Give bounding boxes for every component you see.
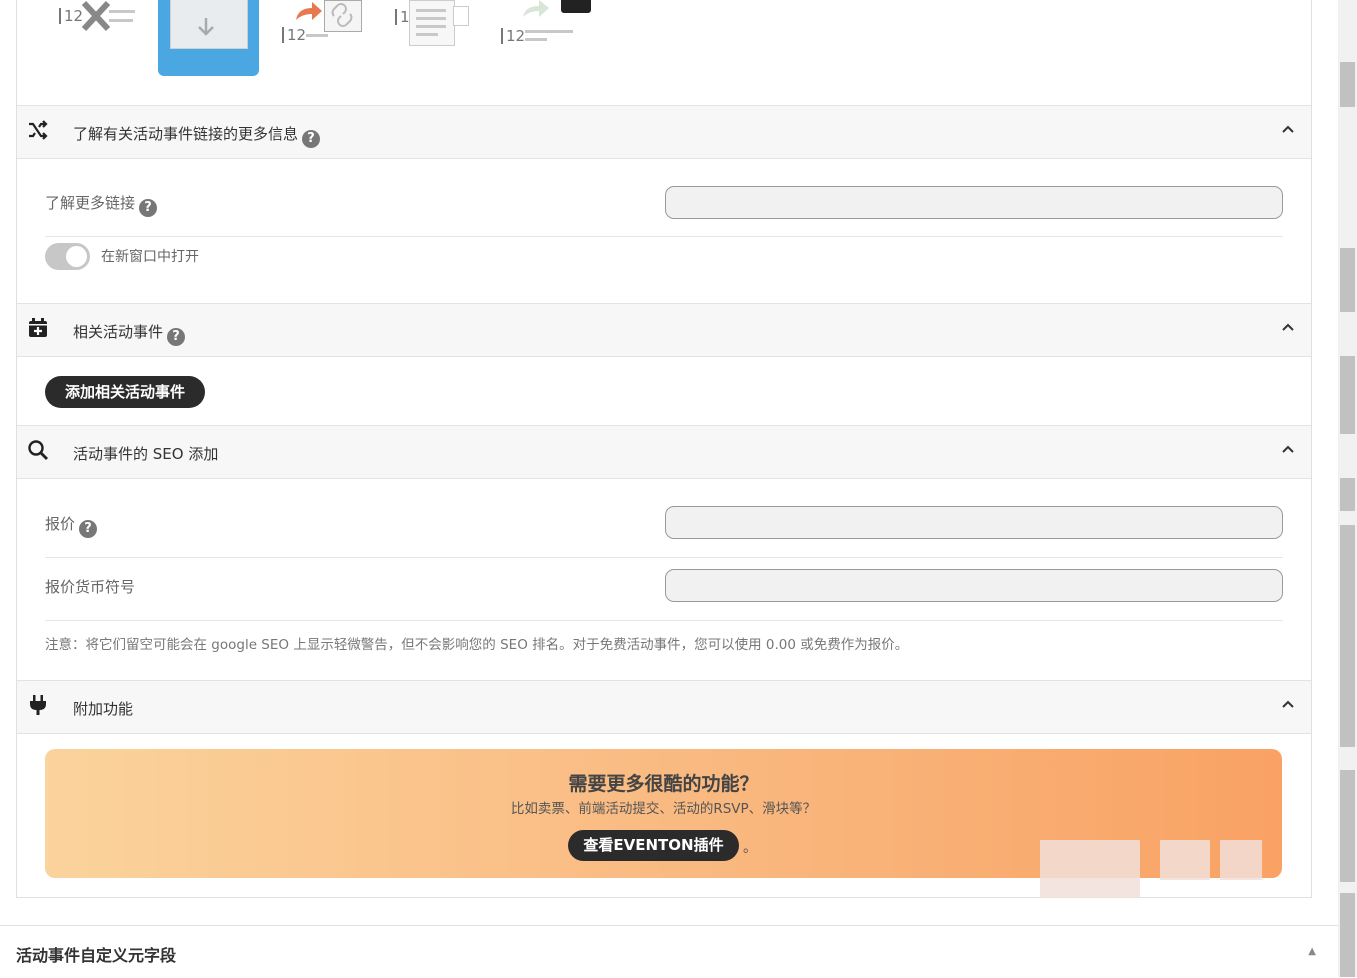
chevron-up-icon[interactable] [1281,122,1295,136]
scrollbar[interactable] [1338,0,1357,977]
help-icon[interactable]: ? [139,199,158,217]
layout-line [525,38,547,41]
layout-option-link[interactable]: 12 [280,0,370,48]
blurred-area [1040,840,1140,898]
section-title: 相关活动事件? [73,321,186,346]
help-icon[interactable]: ? [79,520,98,538]
help-icon[interactable]: ? [167,328,186,346]
document-line [416,17,446,20]
document-line [416,25,446,28]
section-title: 了解有关活动事件链接的更多信息? [73,123,321,148]
layout-option-compact[interactable]: 12 [57,0,137,36]
layout-number-label: 12 [59,8,83,24]
ticket-icon [561,0,591,13]
document-side [453,6,469,26]
label-text: 了解更多链接 [45,194,136,212]
custom-meta-fields-box[interactable]: 活动事件自定义元字段 ▲ [0,925,1338,978]
layout-number-label: 12 [501,28,525,44]
currency-input[interactable] [665,569,1283,602]
scrollbar-segment [1340,478,1355,511]
link-icon [331,3,353,27]
box-title: 活动事件自定义元字段 [16,946,177,965]
divider [45,620,1283,621]
promo-subtitle: 比如卖票、前端活动提交、活动的RSVP、滑块等？ [510,801,817,817]
open-new-window-toggle[interactable] [45,243,90,270]
document-line [416,33,438,36]
layout-line [306,34,328,37]
section-title: 活动事件的 SEO 添加 [73,445,219,463]
event-options-panel: 12 12 12 [16,0,1312,898]
layout-line [109,10,135,13]
currency-label: 报价货币符号 [45,578,136,596]
calendar-plus-icon [29,318,47,337]
section-header-seo[interactable]: 活动事件的 SEO 添加 [17,425,1311,479]
price-label: 报价? [45,513,98,538]
scrollbar-segment [1340,893,1355,977]
layout-number-label: 12 [282,27,306,43]
divider [45,236,1283,237]
document-icon [409,0,455,46]
open-new-window-label: 在新窗口中打开 [101,249,199,265]
learn-more-link-label: 了解更多链接? [45,192,158,217]
document-line [416,9,446,12]
scrollbar-segment [1340,356,1355,434]
close-x-icon [81,0,111,32]
search-icon [28,440,48,460]
learn-more-link-input[interactable] [665,186,1283,219]
section-title: 附加功能 [73,700,134,718]
section-header-addons[interactable]: 附加功能 [17,680,1311,734]
link-box [324,0,362,32]
scrollbar-segment [1340,770,1355,882]
label-text: 报价 [45,515,76,533]
layout-line [525,30,573,33]
section-header-related-events[interactable]: 相关活动事件? [17,303,1311,357]
promo-title: 需要更多很酷的功能？ [568,773,759,795]
section-header-learn-more[interactable]: 了解有关活动事件链接的更多信息? [17,105,1311,159]
divider [45,557,1283,558]
toggle-knob [66,246,87,267]
plug-icon [30,695,46,715]
chevron-up-icon[interactable] [1281,697,1295,711]
faded-share-arrow-icon [523,0,549,17]
chevron-up-icon[interactable] [1281,442,1295,456]
price-input[interactable] [665,506,1283,539]
seo-note: 注意：将它们留空可能会在 google SEO 上显示轻微警告，但不会影响您的 … [45,637,909,653]
addons-promo-banner: 需要更多很酷的功能？ 比如卖票、前端活动提交、活动的RSVP、滑块等？ 查看EV… [45,749,1282,898]
section-title-text: 相关活动事件 [73,323,164,341]
layout-option-ticket[interactable]: 12 [501,0,596,48]
layout-option-document[interactable]: 12 [395,0,475,48]
layout-option-selected[interactable] [158,0,259,76]
scrollbar-segment [1340,62,1355,107]
chevron-up-icon[interactable] [1281,320,1295,334]
event-layout-selector: 12 12 12 [17,0,1311,105]
help-icon[interactable]: ? [302,130,321,148]
promo-suffix: 。 [743,840,757,856]
scrollbar-segment [1340,248,1355,312]
blurred-area [1220,840,1262,880]
arrow-down-icon [198,18,214,36]
layout-line [109,19,133,22]
section-title-text: 了解有关活动事件链接的更多信息 [73,125,299,143]
blurred-area [1160,840,1210,880]
scrollbar-thumb[interactable] [1340,525,1355,747]
shuffle-icon [29,120,48,140]
view-eventon-addons-button[interactable]: 查看EVENTON插件 [568,830,739,861]
share-arrow-icon [296,2,322,20]
add-related-events-button[interactable]: 添加相关活动事件 [45,376,205,408]
collapse-triangle-icon[interactable]: ▲ [1308,946,1316,957]
